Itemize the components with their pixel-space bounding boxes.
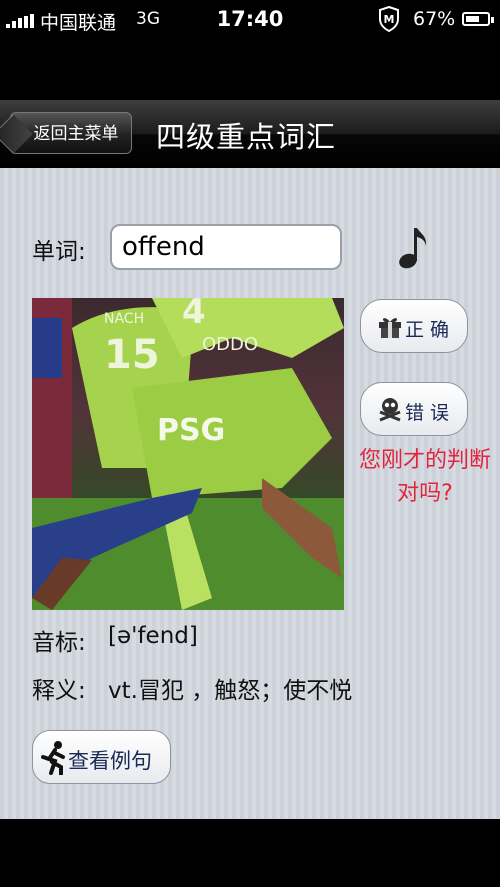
- content-area: 单词: offend 15 4 PSG ODDO NACH 正 确 错 误 您刚…: [0, 168, 500, 819]
- photo-artwork: 15 4 PSG ODDO NACH: [32, 298, 344, 610]
- team-logo-text: PSG: [157, 413, 225, 448]
- svg-text:M: M: [384, 13, 395, 26]
- correct-button-label: 正 确: [405, 319, 450, 341]
- maker-text: NACH: [104, 311, 144, 327]
- phonetic-label: 音标:: [32, 630, 86, 656]
- view-examples-button[interactable]: 查看例句: [32, 730, 171, 784]
- status-bar: 中国联通 3G 17:40 M 67%: [0, 0, 500, 40]
- jersey-number-15: 15: [104, 332, 160, 378]
- running-man-icon: [41, 741, 65, 775]
- shield-m-icon: M: [379, 6, 399, 32]
- word-label: 单词:: [32, 239, 86, 265]
- page-title: 四级重点词汇: [156, 120, 337, 154]
- back-button-label: 返回主菜单: [33, 124, 119, 144]
- word-field[interactable]: offend: [110, 224, 342, 270]
- definition-label: 释义:: [32, 678, 86, 704]
- battery-percent: 67%: [413, 8, 456, 30]
- bottom-bar: [0, 819, 500, 887]
- correct-button[interactable]: 正 确: [360, 299, 468, 353]
- sponsor-text: ODDO: [202, 334, 258, 355]
- skull-crossbones-icon: [379, 398, 401, 422]
- wrong-button-label: 错 误: [405, 402, 450, 424]
- music-note-icon[interactable]: [396, 224, 430, 270]
- phonetic-value: [ə'fend]: [108, 623, 198, 649]
- navigation-bar: 返回主菜单 四级重点词汇: [0, 100, 500, 169]
- back-arrow-icon: [0, 114, 33, 154]
- battery-icon: [462, 12, 494, 26]
- definition-value: vt.冒犯 ，触怒；使不悦: [108, 678, 353, 704]
- judgement-prompt: 您刚才的判断对吗?: [358, 448, 491, 506]
- view-examples-label: 查看例句: [68, 749, 152, 773]
- word-illustration-photo: 15 4 PSG ODDO NACH: [32, 298, 344, 610]
- gift-icon: [379, 318, 401, 338]
- back-to-main-menu-button[interactable]: 返回主菜单: [0, 112, 132, 154]
- jersey-number-4: 4: [182, 298, 206, 332]
- wrong-button[interactable]: 错 误: [360, 382, 468, 436]
